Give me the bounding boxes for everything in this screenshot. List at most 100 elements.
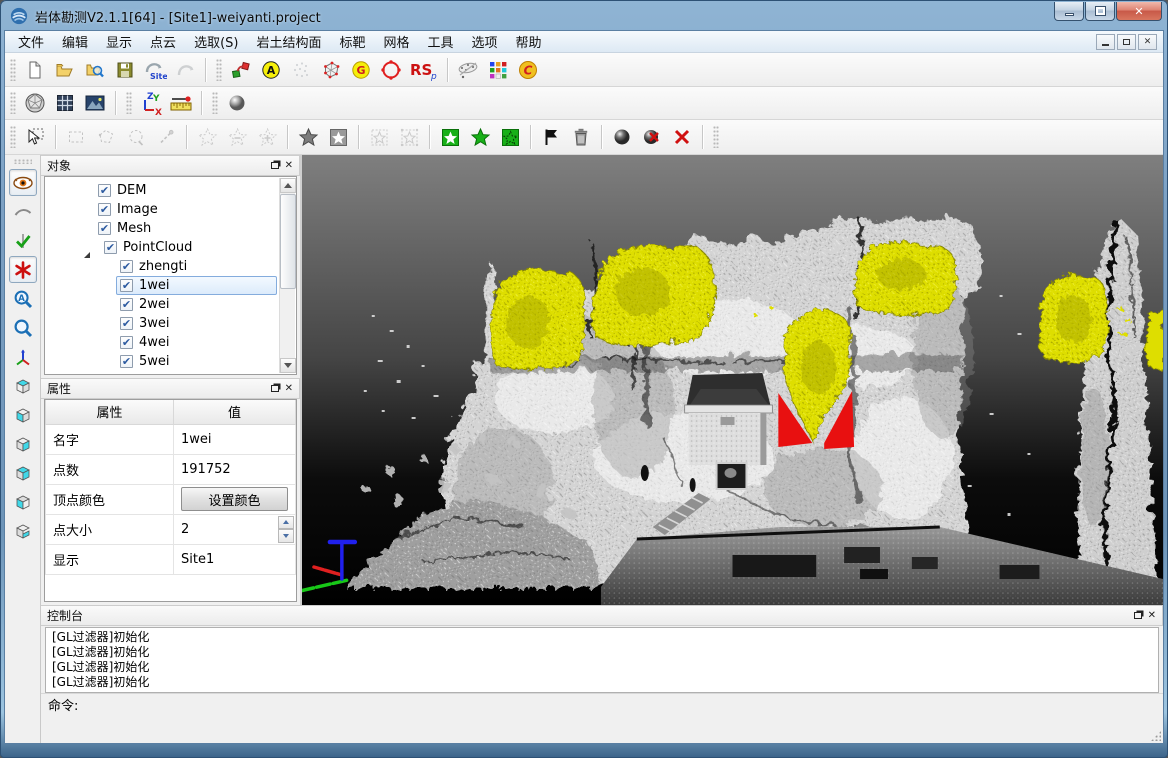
mdi-close-button[interactable]: ✕ (1138, 34, 1157, 50)
menu-item-edit[interactable]: 编辑 (53, 30, 97, 53)
checkbox-checked[interactable]: ✔ (104, 241, 117, 254)
polygon-select-button[interactable] (91, 123, 121, 151)
viewport-3d[interactable] (302, 155, 1163, 605)
pick-confirm-button[interactable] (9, 227, 37, 254)
tree-item-1wei[interactable]: ✔1wei (46, 276, 279, 295)
zoom-area-button[interactable]: A (9, 285, 37, 312)
tree-item-5wei[interactable]: ✔5wei (46, 352, 279, 371)
scroll-down-icon[interactable] (280, 358, 296, 373)
panel-close-icon[interactable]: ✕ (1148, 611, 1156, 621)
g-tool-button[interactable]: G (346, 56, 376, 84)
tree-item-mesh[interactable]: ✔Mesh (46, 219, 279, 238)
column-header-name[interactable]: 属性 (46, 400, 174, 424)
selection-mode-button[interactable] (9, 256, 37, 283)
flag-button[interactable] (536, 123, 566, 151)
plane-fit-button[interactable] (453, 56, 483, 84)
rect-select-button[interactable] (61, 123, 91, 151)
annotation-a-button[interactable]: A (256, 56, 286, 84)
tree-item-image[interactable]: ✔Image (46, 200, 279, 219)
view-cube-front-button[interactable] (9, 401, 37, 428)
toolbar-grip[interactable] (10, 92, 16, 114)
green-segment-out-button[interactable] (495, 123, 525, 151)
toolbar-grip[interactable] (212, 92, 218, 114)
column-header-value[interactable]: 值 (174, 400, 296, 424)
scroll-thumb[interactable] (280, 194, 296, 289)
checkbox-checked[interactable]: ✔ (120, 260, 133, 273)
mdi-minimize-button[interactable] (1096, 34, 1115, 50)
cage-select2-button[interactable] (394, 123, 424, 151)
set-color-button[interactable]: 设置颜色 (181, 487, 288, 511)
toolbar-grip[interactable] (14, 159, 32, 164)
grid-button[interactable] (50, 89, 80, 117)
combination-button[interactable]: C (513, 56, 543, 84)
menu-item-mesh[interactable]: 网格 (375, 30, 419, 53)
checkbox-checked[interactable]: ✔ (120, 279, 133, 292)
target-circle-button[interactable] (376, 56, 406, 84)
panel-close-icon[interactable]: ✕ (285, 161, 293, 171)
properties-panel-titlebar[interactable]: 属性 ✕ (41, 378, 300, 399)
close-button[interactable]: ✕ (1116, 2, 1162, 21)
menu-item-tools[interactable]: 工具 (419, 30, 463, 53)
menu-item-pointcloud[interactable]: 点云 (141, 30, 185, 53)
green-segment-in-button[interactable] (435, 123, 465, 151)
tree-item-pointcloud[interactable]: ✔PointCloud (46, 238, 279, 257)
tree-item-4wei[interactable]: ✔4wei (46, 333, 279, 352)
panel-close-icon[interactable]: ✕ (285, 384, 293, 394)
segment-keep-button[interactable] (293, 123, 323, 151)
sphere-clip-button[interactable] (607, 123, 637, 151)
panel-float-icon[interactable] (271, 162, 279, 169)
tree-item-zhengti[interactable]: ✔zhengti (46, 257, 279, 276)
rsp-button[interactable]: RSp (406, 56, 442, 84)
checkbox-checked[interactable]: ✔ (98, 203, 111, 216)
checkbox-checked[interactable]: ✔ (120, 355, 133, 368)
scroll-up-icon[interactable] (280, 178, 296, 193)
open-project-button[interactable] (80, 56, 110, 84)
tree-item-3wei[interactable]: ✔3wei (46, 314, 279, 333)
checkbox-checked[interactable]: ✔ (120, 298, 133, 311)
toolbar-grip[interactable] (713, 126, 719, 148)
toolbar-grip[interactable] (10, 59, 16, 81)
save-button[interactable] (110, 56, 140, 84)
toolbar-grip[interactable] (126, 92, 132, 114)
sphere-delete-button[interactable] (637, 123, 667, 151)
objects-panel-titlebar[interactable]: 对象 ✕ (41, 155, 300, 176)
point-size-stepper[interactable] (278, 516, 294, 543)
delete-all-button[interactable] (667, 123, 697, 151)
checkbox-checked[interactable]: ✔ (120, 336, 133, 349)
menu-item-rock-structure[interactable]: 岩土结构面 (247, 30, 330, 53)
cage-select-button[interactable] (364, 123, 394, 151)
menu-item-options[interactable]: 选项 (463, 30, 507, 53)
resize-grip[interactable] (1151, 731, 1161, 741)
pointcloud-dots-button[interactable] (286, 56, 316, 84)
prop-value-name[interactable]: 1wei (174, 424, 296, 454)
panel-float-icon[interactable] (271, 385, 279, 392)
image-view-button[interactable] (80, 89, 110, 117)
line-pick-button[interactable] (151, 123, 181, 151)
star-select-int-button[interactable] (252, 123, 282, 151)
measure-button[interactable] (166, 89, 196, 117)
zoom-button[interactable] (9, 314, 37, 341)
view-cube-top-button[interactable] (9, 372, 37, 399)
visibility-button[interactable] (9, 169, 37, 196)
menu-item-display[interactable]: 显示 (97, 30, 141, 53)
axis-view-button[interactable] (9, 343, 37, 370)
tree-item-2wei[interactable]: ✔2wei (46, 295, 279, 314)
view-cube-right-button[interactable] (9, 430, 37, 457)
mesh-wireframe-button[interactable] (316, 56, 346, 84)
maximize-button[interactable] (1085, 2, 1115, 21)
new-file-button[interactable] (20, 56, 50, 84)
menu-item-target[interactable]: 标靶 (330, 30, 374, 53)
globe-button[interactable] (20, 89, 50, 117)
site-transform-button[interactable]: Site (140, 56, 170, 84)
green-star-button[interactable] (465, 123, 495, 151)
spinner-up-icon[interactable] (278, 516, 294, 530)
console-titlebar[interactable]: 控制台 ✕ (41, 605, 1163, 626)
checkbox-checked[interactable]: ✔ (120, 317, 133, 330)
menu-item-help[interactable]: 帮助 (507, 30, 551, 53)
tree-item-dem[interactable]: ✔DEM (46, 181, 279, 200)
spinner-down-icon[interactable] (278, 529, 294, 543)
point-size-value[interactable]: 2 (181, 522, 189, 537)
panel-float-icon[interactable] (1134, 612, 1142, 619)
view-cube-back-button[interactable] (9, 459, 37, 486)
sphere-view-button[interactable] (222, 89, 252, 117)
